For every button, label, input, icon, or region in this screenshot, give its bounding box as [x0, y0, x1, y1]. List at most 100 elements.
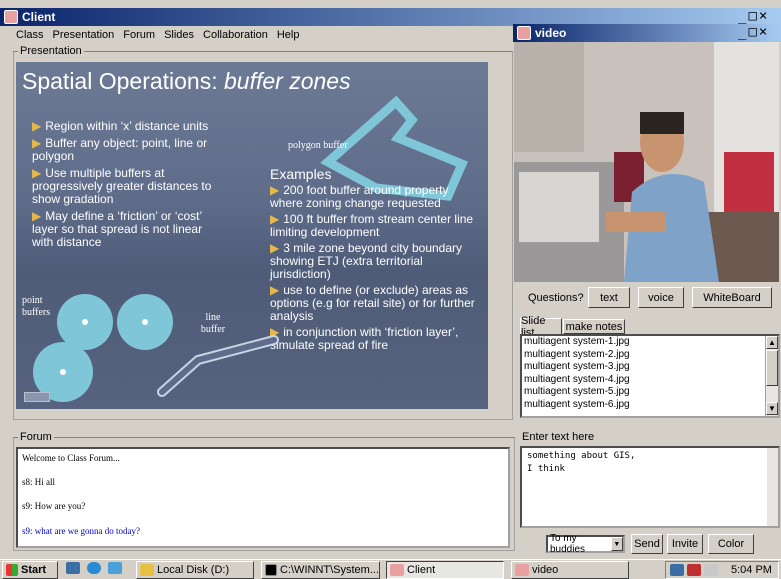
scroll-up-icon[interactable]: ▲	[766, 336, 778, 349]
video-app-icon	[517, 26, 531, 40]
menu-bar: Class Presentation Forum Slides Collabor…	[16, 29, 308, 43]
example-bullet: ▶ 200 foot buffer around property where z…	[270, 183, 449, 210]
task-label: Client	[407, 564, 436, 576]
task-label: Local Disk (D:)	[157, 564, 230, 576]
point-buffers-label: point buffers	[22, 295, 51, 318]
task-command-prompt[interactable]: C:\WINNT\System...	[261, 561, 380, 579]
scroll-down-icon[interactable]: ▼	[766, 402, 778, 415]
forum-message: s9: what are we gonna do today?	[22, 526, 140, 536]
bullet-arrow-icon: ▶	[270, 212, 280, 226]
left-bullet: ▶ Use multiple buffers at progressively g…	[32, 166, 212, 206]
client-app-icon	[390, 564, 404, 576]
close-icon[interactable]: ×	[759, 24, 767, 42]
drive-icon	[140, 564, 154, 576]
text-question-button[interactable]: text	[588, 287, 630, 308]
example-bullet: ▶ 3 mile zone beyond city boundary showin…	[270, 241, 463, 281]
bullet-arrow-icon: ▶	[32, 136, 42, 150]
slide-list-item[interactable]: multiagent system-1.jpg	[522, 336, 778, 349]
scroll-thumb[interactable]	[766, 350, 778, 386]
menu-slides[interactable]: Slides	[164, 29, 194, 43]
maximize-icon[interactable]: □	[748, 24, 756, 42]
invite-button[interactable]: Invite	[667, 534, 703, 554]
polygon-buffer-label: polygon buffer	[288, 140, 348, 151]
forum-message: s9: How are you?	[22, 501, 86, 511]
bullet-arrow-icon: ▶	[270, 283, 280, 297]
example-bullet: ▶ use to define (or exclude) areas as opt…	[270, 283, 475, 323]
shield-icon[interactable]	[687, 564, 701, 576]
menu-class[interactable]: Class	[16, 29, 44, 43]
task-client[interactable]: Client	[386, 561, 504, 579]
main-window-title: Client	[22, 10, 56, 24]
outlook-icon[interactable]	[108, 562, 122, 574]
video-feed	[514, 42, 779, 282]
chat-label: Enter text here	[522, 431, 595, 443]
slide-title-emphasis: buffer zones	[224, 68, 351, 94]
video-window-title: video	[535, 26, 567, 40]
recipient-select[interactable]: To my buddies ▼	[546, 533, 625, 555]
chat-input-line: something about GIS,	[527, 451, 636, 461]
start-button[interactable]: Start	[2, 561, 58, 579]
slide-logo-icon	[24, 392, 50, 402]
send-button[interactable]: Send	[631, 534, 663, 554]
forum-message: Welcome to Class Forum...	[22, 453, 120, 463]
client-app-icon	[4, 10, 18, 24]
network-icon[interactable]	[670, 564, 684, 576]
menu-forum[interactable]: Forum	[123, 29, 155, 43]
windows-logo-icon	[6, 564, 18, 576]
slide-list-item[interactable]: multiagent system-6.jpg	[522, 399, 778, 412]
chevron-down-icon[interactable]: ▼	[610, 537, 623, 551]
menu-presentation[interactable]: Presentation	[53, 29, 115, 43]
bullet-arrow-icon: ▶	[32, 209, 42, 223]
forum-messages[interactable]: Welcome to Class Forum... s8: Hi all s9:…	[16, 447, 510, 548]
minimize-icon[interactable]: _	[738, 24, 746, 42]
task-local-disk[interactable]: Local Disk (D:)	[136, 561, 254, 579]
slide-list-item[interactable]: multiagent system-4.jpg	[522, 374, 778, 387]
menu-collaboration[interactable]: Collaboration	[203, 29, 268, 43]
desktop-icon[interactable]	[66, 562, 80, 574]
quick-launch	[66, 562, 125, 574]
video-app-icon	[515, 564, 529, 576]
left-bullet: ▶ Region within ‘x’ distance units	[32, 119, 209, 133]
chat-input-line: I think	[527, 463, 565, 474]
clock: 5:04 PM	[731, 564, 772, 576]
slide-list-item[interactable]: multiagent system-3.jpg	[522, 361, 778, 374]
task-label: video	[532, 564, 559, 576]
task-video[interactable]: video	[511, 561, 629, 579]
whiteboard-button[interactable]: WhiteBoard	[692, 287, 772, 308]
system-tray: 5:04 PM	[665, 561, 779, 579]
slide-list[interactable]: multiagent system-1.jpg multiagent syste…	[520, 334, 780, 418]
video-window-controls: _ □ ×	[738, 24, 767, 42]
slide-list-scrollbar[interactable]: ▲ ▼	[765, 336, 778, 416]
presentation-label: Presentation	[18, 45, 84, 57]
bullet-arrow-icon: ▶	[270, 183, 280, 197]
left-bullets: ▶ Region within ‘x’ distance units ▶ Buffe…	[32, 120, 222, 249]
forum-message: s8: Hi all	[22, 477, 55, 487]
bullet-arrow-icon: ▶	[32, 166, 42, 180]
bullet-arrow-icon: ▶	[32, 119, 42, 133]
volume-icon[interactable]	[704, 564, 718, 576]
start-label: Start	[21, 564, 47, 576]
slide-list-item[interactable]: multiagent system-2.jpg	[522, 349, 778, 362]
questions-label: Questions?	[528, 292, 584, 304]
tab-make-notes[interactable]: make notes	[563, 319, 625, 334]
left-bullet: ▶ May define a ‘friction’ or ‘cost’ layer…	[32, 209, 203, 249]
examples-list: ▶ 200 foot buffer around property where z…	[270, 184, 482, 352]
task-label: C:\WINNT\System...	[280, 564, 379, 576]
chat-scrollbar[interactable]	[767, 448, 778, 526]
voice-question-button[interactable]: voice	[638, 287, 684, 308]
menu-help[interactable]: Help	[277, 29, 300, 43]
color-button[interactable]: Color	[708, 534, 754, 554]
tab-slide-list[interactable]: Slide list	[520, 315, 562, 339]
example-bullet: ▶ 100 ft buffer from stream center line l…	[270, 212, 474, 239]
chat-input[interactable]: something about GIS, I think	[520, 446, 780, 528]
recipient-value: To my buddies	[550, 533, 586, 555]
browser-icon[interactable]	[87, 562, 101, 574]
examples-heading: Examples	[270, 166, 332, 182]
left-bullet: ▶ Buffer any object: point, line or polyg…	[32, 136, 208, 163]
slide-title-prefix: Spatial Operations:	[22, 68, 225, 94]
forum-label: Forum	[18, 431, 54, 443]
line-buffer-label: line buffer	[200, 312, 226, 335]
example-bullet: ▶ in conjunction with ‘friction layer’, s…	[270, 325, 459, 352]
slide-list-item[interactable]: multiagent system-5.jpg	[522, 386, 778, 399]
console-icon	[265, 564, 277, 576]
